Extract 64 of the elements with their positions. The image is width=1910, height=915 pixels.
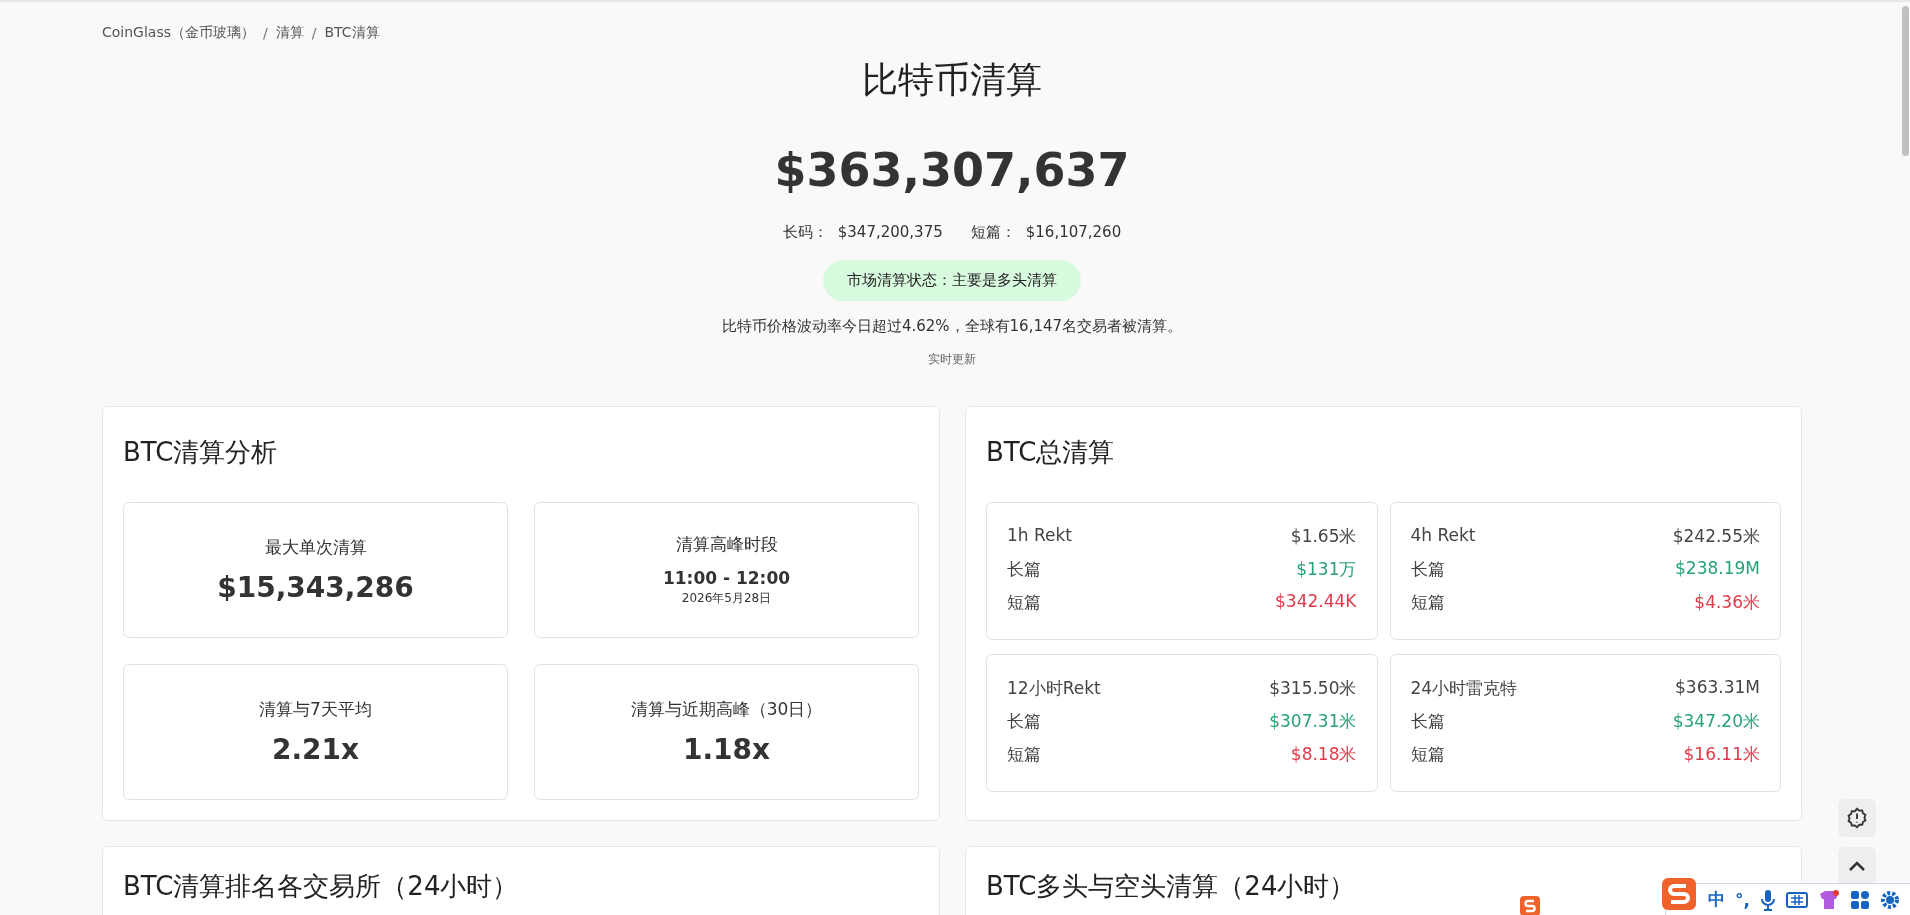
side-label: 短篇	[1410, 591, 1445, 614]
s-logo-icon[interactable]	[1660, 875, 1698, 912]
side-label: 短篇	[1410, 743, 1445, 766]
side-value: $8.18米	[1290, 743, 1357, 766]
keyboard-icon[interactable]	[1785, 890, 1808, 909]
shirt-icon[interactable]	[1817, 888, 1840, 911]
chevron-up-icon	[1848, 860, 1866, 872]
update-note: 实时更新	[927, 351, 977, 368]
summary-label: 长码：	[782, 223, 828, 242]
summary-label: 短篇：	[970, 223, 1016, 242]
description-text: 比特币价格波动率今日超过4.62%，全球有16,147名交易者被清算。	[720, 317, 1184, 336]
period-total: $1.65米	[1290, 525, 1357, 548]
period-label: 12小时Rekt	[1007, 677, 1101, 700]
side-value: $347.20米	[1672, 710, 1760, 733]
breadcrumb-link[interactable]: BTC清算	[324, 24, 380, 42]
stat-value: $15,343,286	[217, 571, 414, 604]
stat-value: 1.18x	[682, 733, 771, 766]
alert-icon	[1846, 807, 1868, 829]
page-title: 比特币清算	[861, 58, 1043, 102]
input-mode-toggle[interactable]: 中	[1708, 888, 1725, 911]
period-total: $363.31M	[1675, 677, 1760, 699]
side-label: 短篇	[1007, 591, 1041, 614]
status-badge: 市场清算状态：主要是多头清算	[823, 260, 1081, 301]
panel-title: BTC多头与空头清算（24小时）	[986, 870, 1356, 903]
summary-value: $347,200,375	[837, 223, 943, 242]
breadcrumb-link[interactable]: 清算	[275, 24, 304, 42]
stat-label: 清算与7天平均	[259, 698, 372, 721]
side-value: $4.36米	[1694, 591, 1760, 614]
stat-label: 清算与近期高峰（30日）	[630, 698, 823, 721]
side-value: $342.44K	[1275, 591, 1357, 613]
panel-title: BTC清算分析	[123, 436, 278, 469]
breadcrumb-separator: /	[311, 25, 317, 41]
breadcrumb-separator: /	[263, 25, 268, 41]
stat-label: 清算高峰时段	[675, 533, 778, 556]
scrollbar[interactable]	[1902, 6, 1909, 156]
gear-icon[interactable]	[1879, 889, 1900, 910]
grid-icon[interactable]	[1849, 889, 1870, 910]
alert-button[interactable]	[1838, 799, 1876, 837]
side-label: 长篇	[1007, 710, 1041, 733]
microphone-icon[interactable]	[1759, 888, 1776, 911]
panel-title: BTC总清算	[986, 436, 1115, 469]
breadcrumb-link[interactable]: CoinGlass（金币玻璃）	[102, 24, 255, 42]
scroll-top-button[interactable]	[1838, 847, 1876, 885]
stat-date: 2026年5月28日	[681, 590, 772, 607]
side-label: 短篇	[1007, 743, 1041, 766]
punctuation-toggle[interactable]: °,	[1735, 889, 1750, 910]
side-value: $16.11米	[1683, 743, 1760, 766]
period-total: $315.50米	[1269, 677, 1357, 700]
period-label: 1h Rekt	[1007, 525, 1072, 547]
side-value: $131万	[1296, 558, 1357, 581]
summary-value: $16,107,260	[1025, 223, 1122, 242]
stat-value: 11:00 - 12:00	[662, 568, 791, 588]
side-label: 长篇	[1007, 558, 1041, 581]
total-liquidation: $363,307,637	[773, 143, 1131, 197]
side-label: 长篇	[1410, 558, 1445, 581]
side-label: 长篇	[1410, 710, 1445, 733]
period-label: 24小时雷克特	[1410, 677, 1518, 700]
side-value: $307.31米	[1269, 710, 1357, 733]
panel-title: BTC清算排名各交易所（24小时）	[123, 870, 519, 903]
stat-value: 2.21x	[271, 733, 360, 766]
period-total: $242.55米	[1672, 525, 1760, 548]
stat-label: 最大单次清算	[264, 536, 367, 559]
period-label: 4h Rekt	[1410, 525, 1476, 547]
side-value: $238.19M	[1675, 558, 1760, 580]
